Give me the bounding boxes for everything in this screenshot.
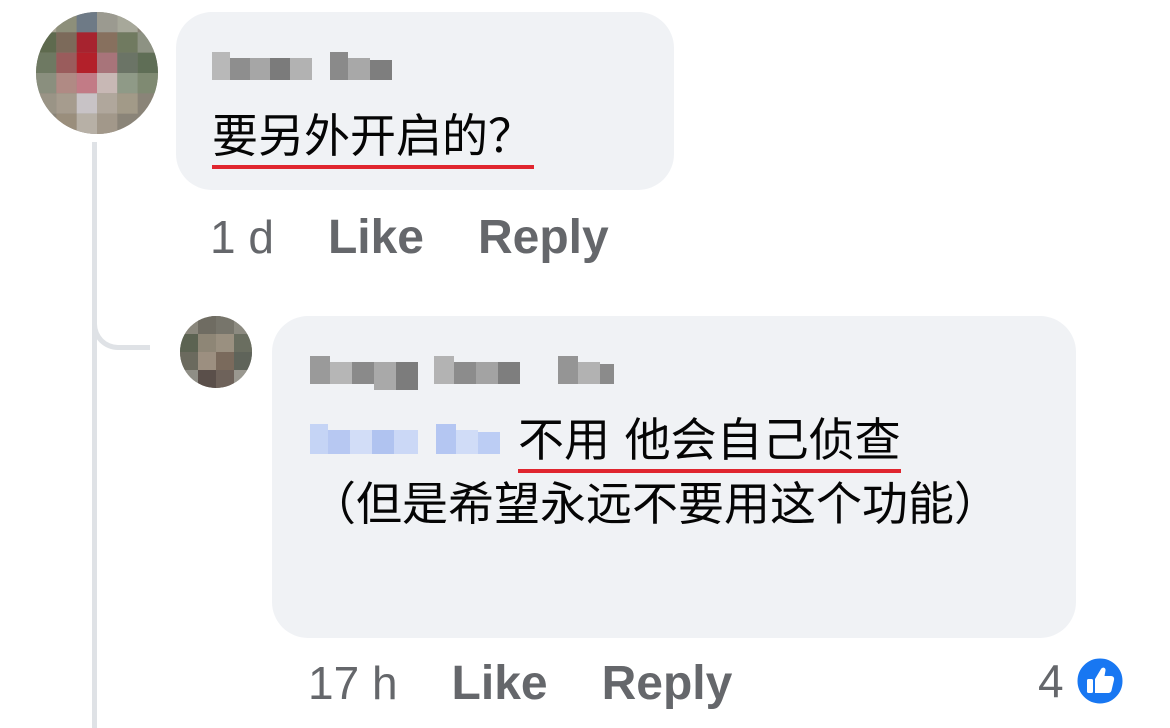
- comment-text: 不用 他会自己侦查 （但是希望永远不要用这个功能）: [310, 408, 1050, 536]
- comment-text-line: （但是希望永远不要用这个功能）: [310, 477, 1000, 531]
- thumbs-up-icon: [1074, 655, 1126, 707]
- like-button[interactable]: Like: [452, 656, 548, 711]
- avatar[interactable]: [180, 316, 252, 388]
- reply-button[interactable]: Reply: [602, 656, 733, 711]
- comment-text-content: 要另外开启的？: [212, 109, 534, 169]
- comment-actions: 1 d Like Reply: [210, 210, 663, 265]
- comment-text-line: 不用 他会自己侦查: [518, 413, 901, 473]
- comment-author-name[interactable]: [310, 350, 614, 390]
- comment-timestamp[interactable]: 17 h: [308, 656, 398, 710]
- mention-tag[interactable]: [310, 418, 500, 458]
- thread-line: [92, 142, 97, 728]
- thread-reply-connector: [92, 300, 150, 350]
- avatar[interactable]: [36, 12, 158, 134]
- reaction-count: 4: [1038, 655, 1064, 707]
- comment-text: 要另外开启的？: [212, 104, 534, 169]
- comment-actions: 17 h Like Reply: [308, 656, 786, 711]
- like-button[interactable]: Like: [328, 210, 424, 265]
- comment-author-name[interactable]: [212, 46, 394, 84]
- reply-button[interactable]: Reply: [478, 210, 609, 265]
- comment-timestamp[interactable]: 1 d: [210, 210, 274, 264]
- reaction-summary[interactable]: 4: [1038, 654, 1126, 708]
